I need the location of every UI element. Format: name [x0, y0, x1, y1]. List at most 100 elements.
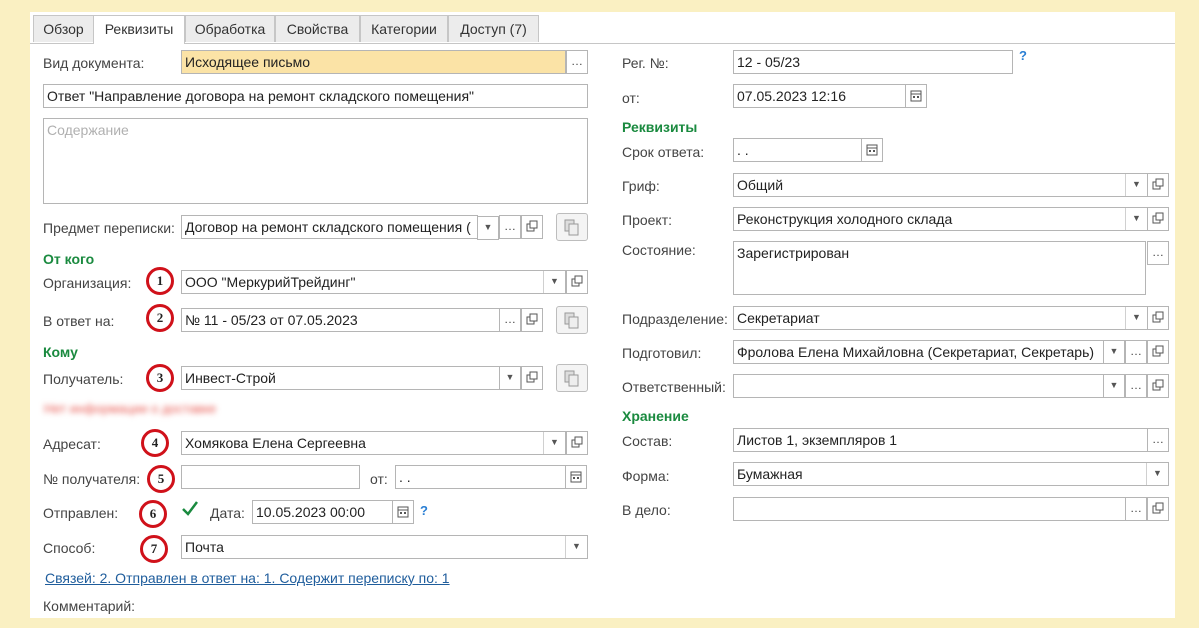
reg-no-label: Рег. №: — [622, 55, 669, 71]
org-open-button[interactable] — [566, 270, 588, 294]
open-window-icon — [1152, 345, 1164, 357]
prepared-open-button[interactable] — [1147, 340, 1169, 364]
tab-processing[interactable]: Обработка — [185, 15, 275, 42]
reg-no-field[interactable]: 12 - 05/23 — [733, 50, 1013, 74]
reply-field[interactable]: № 11 - 05/23 от 07.05.2023 — [181, 308, 500, 332]
sent-date-label: Дата: — [210, 505, 245, 521]
tab-properties[interactable]: Свойства — [275, 15, 360, 42]
reg-date-calendar-button[interactable] — [905, 84, 927, 108]
open-window-icon — [1152, 178, 1164, 190]
tab-categories[interactable]: Категории — [360, 15, 448, 42]
recipient-copy-button[interactable] — [556, 364, 588, 392]
state-label: Состояние: — [622, 242, 696, 258]
sent-date-field[interactable]: 10.05.2023 00:00 — [252, 500, 394, 524]
dept-open-button[interactable] — [1147, 306, 1169, 330]
addressee-field[interactable]: Хомякова Елена Сергеевна — [181, 431, 566, 455]
grif-open-button[interactable] — [1147, 173, 1169, 197]
marker-3: 3 — [146, 364, 174, 392]
comment-label: Комментарий: — [43, 598, 136, 614]
tab-overview[interactable]: Обзор — [33, 15, 94, 42]
form-dropdown-icon[interactable]: ▼ — [1146, 463, 1168, 485]
open-window-icon — [1152, 311, 1164, 323]
project-dropdown-icon[interactable]: ▼ — [1125, 208, 1147, 230]
tab-access[interactable]: Доступ (7) — [448, 15, 539, 42]
links-summary-link[interactable]: Связей: 2. Отправлен в ответ на: 1. Соде… — [45, 570, 450, 586]
subject-label: Предмет переписки: — [43, 220, 175, 236]
subject-field[interactable]: Договор на ремонт складского помещения ( — [181, 215, 478, 239]
project-label: Проект: — [622, 212, 673, 228]
sent-help-icon[interactable]: ? — [420, 503, 428, 518]
subject-dropdown-icon[interactable]: ▼ — [477, 216, 499, 240]
case-label: В дело: — [622, 502, 671, 518]
grif-field[interactable]: Общий — [733, 173, 1148, 197]
subject-open-button[interactable] — [521, 215, 543, 239]
case-select-button[interactable]: … — [1125, 497, 1147, 521]
org-field[interactable]: ООО "МеркурийТрейдинг" — [181, 270, 566, 294]
recipient-no-label: № получателя: — [43, 471, 141, 487]
to-section-title: Кому — [43, 344, 78, 360]
recipient-date-field[interactable]: . . — [395, 465, 566, 489]
composition-field[interactable]: Листов 1, экземпляров 1 — [733, 428, 1148, 452]
recipient-no-field[interactable] — [181, 465, 360, 489]
reg-no-help-icon[interactable]: ? — [1019, 48, 1027, 63]
subject-select-button[interactable]: … — [499, 215, 521, 239]
doc-type-field[interactable]: Исходящее письмо — [181, 50, 566, 74]
doc-type-label: Вид документа: — [43, 55, 145, 71]
dept-field[interactable]: Секретариат — [733, 306, 1148, 330]
delivery-status-blurred: Нет информации о доставке — [44, 401, 217, 416]
case-open-button[interactable] — [1147, 497, 1169, 521]
reply-open-button[interactable] — [521, 308, 543, 332]
project-field[interactable]: Реконструкция холодного склада — [733, 207, 1148, 231]
prepared-label: Подготовил: — [622, 345, 702, 361]
storage-section-title: Хранение — [622, 408, 689, 424]
project-open-button[interactable] — [1147, 207, 1169, 231]
sent-checkbox[interactable] — [181, 500, 199, 518]
state-field[interactable]: Зарегистрирован — [733, 241, 1146, 295]
content-placeholder: Содержание — [47, 122, 129, 138]
tab-requisites[interactable]: Реквизиты — [93, 15, 185, 44]
copy-icon — [564, 219, 579, 236]
content-textarea[interactable]: Содержание — [43, 118, 588, 204]
deadline-label: Срок ответа: — [622, 144, 705, 160]
composition-label: Состав: — [622, 433, 673, 449]
from-section-title: От кого — [43, 251, 95, 267]
recipient-date-calendar-button[interactable] — [565, 465, 587, 489]
doc-type-select-button[interactable]: … — [566, 50, 588, 74]
title-field[interactable]: Ответ "Направление договора на ремонт ск… — [43, 84, 588, 108]
recipient-field[interactable]: Инвест-Строй — [181, 366, 500, 390]
sent-date-calendar-button[interactable] — [392, 500, 414, 524]
responsible-select-button[interactable]: … — [1125, 374, 1147, 398]
prepared-field[interactable]: Фролова Елена Михайловна (Секретариат, С… — [733, 340, 1104, 364]
deadline-calendar-button[interactable] — [861, 138, 883, 162]
recipient-open-button[interactable] — [521, 366, 543, 390]
method-dropdown-icon[interactable]: ▼ — [565, 536, 587, 558]
dept-dropdown-icon[interactable]: ▼ — [1125, 307, 1147, 329]
responsible-dropdown-icon[interactable]: ▼ — [1103, 374, 1125, 398]
recipient-date-label: от: — [370, 471, 388, 487]
prepared-select-button[interactable]: … — [1125, 340, 1147, 364]
tab-bar: Обзор Реквизиты Обработка Свойства Катег… — [30, 12, 1175, 44]
dept-label: Подразделение: — [622, 311, 728, 327]
org-dropdown-icon[interactable]: ▼ — [543, 271, 565, 293]
case-field[interactable] — [733, 497, 1126, 521]
deadline-field[interactable]: . . — [733, 138, 863, 162]
reg-date-field[interactable]: 07.05.2023 12:16 — [733, 84, 906, 108]
checkmark-icon — [182, 501, 198, 516]
addressee-open-button[interactable] — [566, 431, 588, 455]
addressee-dropdown-icon[interactable]: ▼ — [543, 432, 565, 454]
recipient-label: Получатель: — [43, 371, 124, 387]
prepared-dropdown-icon[interactable]: ▼ — [1103, 340, 1125, 364]
grif-dropdown-icon[interactable]: ▼ — [1125, 174, 1147, 196]
reply-copy-button[interactable] — [556, 306, 588, 334]
recipient-dropdown-icon[interactable]: ▼ — [499, 366, 521, 390]
subject-copy-button[interactable] — [556, 213, 588, 241]
state-select-button[interactable]: … — [1147, 241, 1169, 265]
calendar-icon — [570, 471, 582, 483]
responsible-field[interactable] — [733, 374, 1104, 398]
responsible-open-button[interactable] — [1147, 374, 1169, 398]
form-field[interactable]: Бумажная — [733, 462, 1169, 486]
reply-select-button[interactable]: … — [499, 308, 521, 332]
composition-select-button[interactable]: … — [1147, 428, 1169, 452]
method-field[interactable]: Почта — [181, 535, 588, 559]
reply-label: В ответ на: — [43, 313, 115, 329]
